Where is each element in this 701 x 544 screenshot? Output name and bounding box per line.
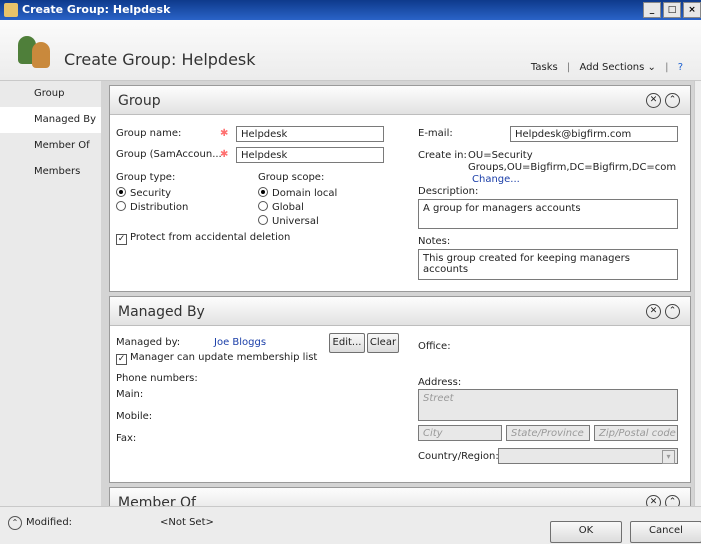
manager-name-link[interactable]: Joe Bloggs [214, 337, 266, 348]
group-type-label: Group type: [116, 172, 176, 183]
city-input[interactable]: City [418, 425, 502, 441]
section-title: Group [118, 93, 161, 109]
main-phone-label: Main: [116, 389, 144, 400]
window-titlebar: Create Group: Helpdesk _ □ × [0, 0, 701, 20]
minimize-button[interactable]: _ [643, 2, 661, 18]
email-label: E-mail: [418, 128, 453, 139]
required-icon: ✱ [220, 128, 229, 139]
country-label: Country/Region: [418, 451, 499, 462]
create-in-path-line1: OU=Security [468, 150, 533, 161]
section-title: Member Of [118, 495, 196, 506]
create-in-path-line2: Groups,OU=Bigfirm,DC=Bigfirm,DC=com [468, 162, 677, 173]
sidebar-item-members[interactable]: Members [0, 159, 101, 185]
expand-details-icon[interactable]: ⌃ [8, 516, 22, 530]
sam-account-label: Group (SamAccoun... [116, 149, 222, 160]
required-icon: ✱ [220, 149, 229, 160]
office-label: Office: [418, 341, 451, 352]
state-input[interactable]: State/Province [506, 425, 590, 441]
collapse-icon[interactable]: ⌃ [665, 495, 680, 506]
sidebar-item-member-of[interactable]: Member Of [0, 133, 101, 159]
window-title: Create Group: Helpdesk [22, 3, 171, 16]
section-header: Member Of ✕ ⌃ [110, 488, 690, 506]
main-content[interactable]: Group ✕ ⌃ Group name: ✱ Helpdesk Group (S… [101, 81, 695, 506]
dropdown-arrow-icon: ▾ [662, 450, 675, 464]
sam-account-input[interactable]: Helpdesk [236, 147, 384, 163]
mobile-label: Mobile: [116, 411, 153, 422]
close-section-icon[interactable]: ✕ [646, 93, 661, 108]
zip-input[interactable]: Zip/Postal code [594, 425, 678, 441]
close-section-icon[interactable]: ✕ [646, 304, 661, 319]
member-of-section: Member Of ✕ ⌃ [109, 487, 691, 506]
sidebar-item-managed-by[interactable]: Managed By [0, 107, 101, 133]
scope-domain-local-radio[interactable]: Domain local [258, 186, 337, 199]
collapse-icon[interactable]: ⌃ [665, 304, 680, 319]
group-name-input[interactable]: Helpdesk [236, 126, 384, 142]
scope-universal-radio[interactable]: Universal [258, 214, 319, 227]
description-label: Description: [418, 186, 479, 197]
group-name-label: Group name: [116, 128, 182, 139]
footer-bar: ⌃ Modified: <Not Set> OK Cancel [0, 506, 701, 544]
group-section: Group ✕ ⌃ Group name: ✱ Helpdesk Group (S… [109, 85, 691, 292]
close-button[interactable]: × [683, 2, 701, 18]
address-label: Address: [418, 377, 462, 388]
header-actions: Tasks | Add Sections ⌄ | ? [530, 62, 683, 73]
protect-deletion-checkbox[interactable]: ✓ Protect from accidental deletion [116, 232, 290, 245]
clear-button[interactable]: Clear [367, 333, 399, 353]
group-icon [4, 3, 18, 17]
create-in-label: Create in: [418, 150, 467, 161]
type-security-radio[interactable]: Security [116, 186, 171, 199]
country-select[interactable]: ▾ [498, 448, 678, 464]
help-icon[interactable]: ? [678, 62, 683, 73]
group-icon [16, 34, 54, 68]
page-title: Create Group: Helpdesk [64, 50, 256, 69]
scope-global-radio[interactable]: Global [258, 200, 304, 213]
managed-by-label: Managed by: [116, 337, 181, 348]
change-link[interactable]: Change... [472, 174, 520, 185]
close-section-icon[interactable]: ✕ [646, 495, 661, 506]
group-scope-label: Group scope: [258, 172, 325, 183]
collapse-icon[interactable]: ⌃ [665, 93, 680, 108]
ok-button[interactable]: OK [550, 521, 622, 543]
notes-input[interactable]: This group created for keeping managers … [418, 249, 678, 280]
cancel-button[interactable]: Cancel [630, 521, 701, 543]
chevron-down-icon: ⌄ [647, 62, 656, 73]
section-header: Managed By ✕ ⌃ [110, 297, 690, 326]
sidebar: Group Managed By Member Of Members [0, 81, 102, 506]
update-membership-checkbox[interactable]: ✓ Manager can update membership list [116, 352, 317, 365]
tasks-menu[interactable]: Tasks [531, 62, 558, 73]
section-title: Managed By [118, 304, 205, 320]
managed-by-section: Managed By ✕ ⌃ Managed by: Joe Bloggs Edi… [109, 296, 691, 483]
type-distribution-radio[interactable]: Distribution [116, 200, 188, 213]
sidebar-item-group[interactable]: Group [0, 81, 101, 107]
vertical-scrollbar[interactable] [694, 81, 701, 506]
window-controls: _ □ × [643, 2, 701, 18]
modified-value: <Not Set> [160, 517, 214, 528]
fax-label: Fax: [116, 433, 137, 444]
page-header: Create Group: Helpdesk Tasks | Add Secti… [0, 20, 701, 81]
modified-label: Modified: [26, 517, 73, 528]
edit-button[interactable]: Edit... [329, 333, 365, 353]
description-input[interactable]: A group for managers accounts [418, 199, 678, 229]
maximize-button[interactable]: □ [663, 2, 681, 18]
phone-numbers-label: Phone numbers: [116, 373, 198, 384]
add-sections-menu[interactable]: Add Sections ⌄ [579, 62, 655, 73]
notes-label: Notes: [418, 236, 451, 247]
email-input[interactable]: Helpdesk@bigfirm.com [510, 126, 678, 142]
section-header: Group ✕ ⌃ [110, 86, 690, 115]
street-input[interactable]: Street [418, 389, 678, 421]
